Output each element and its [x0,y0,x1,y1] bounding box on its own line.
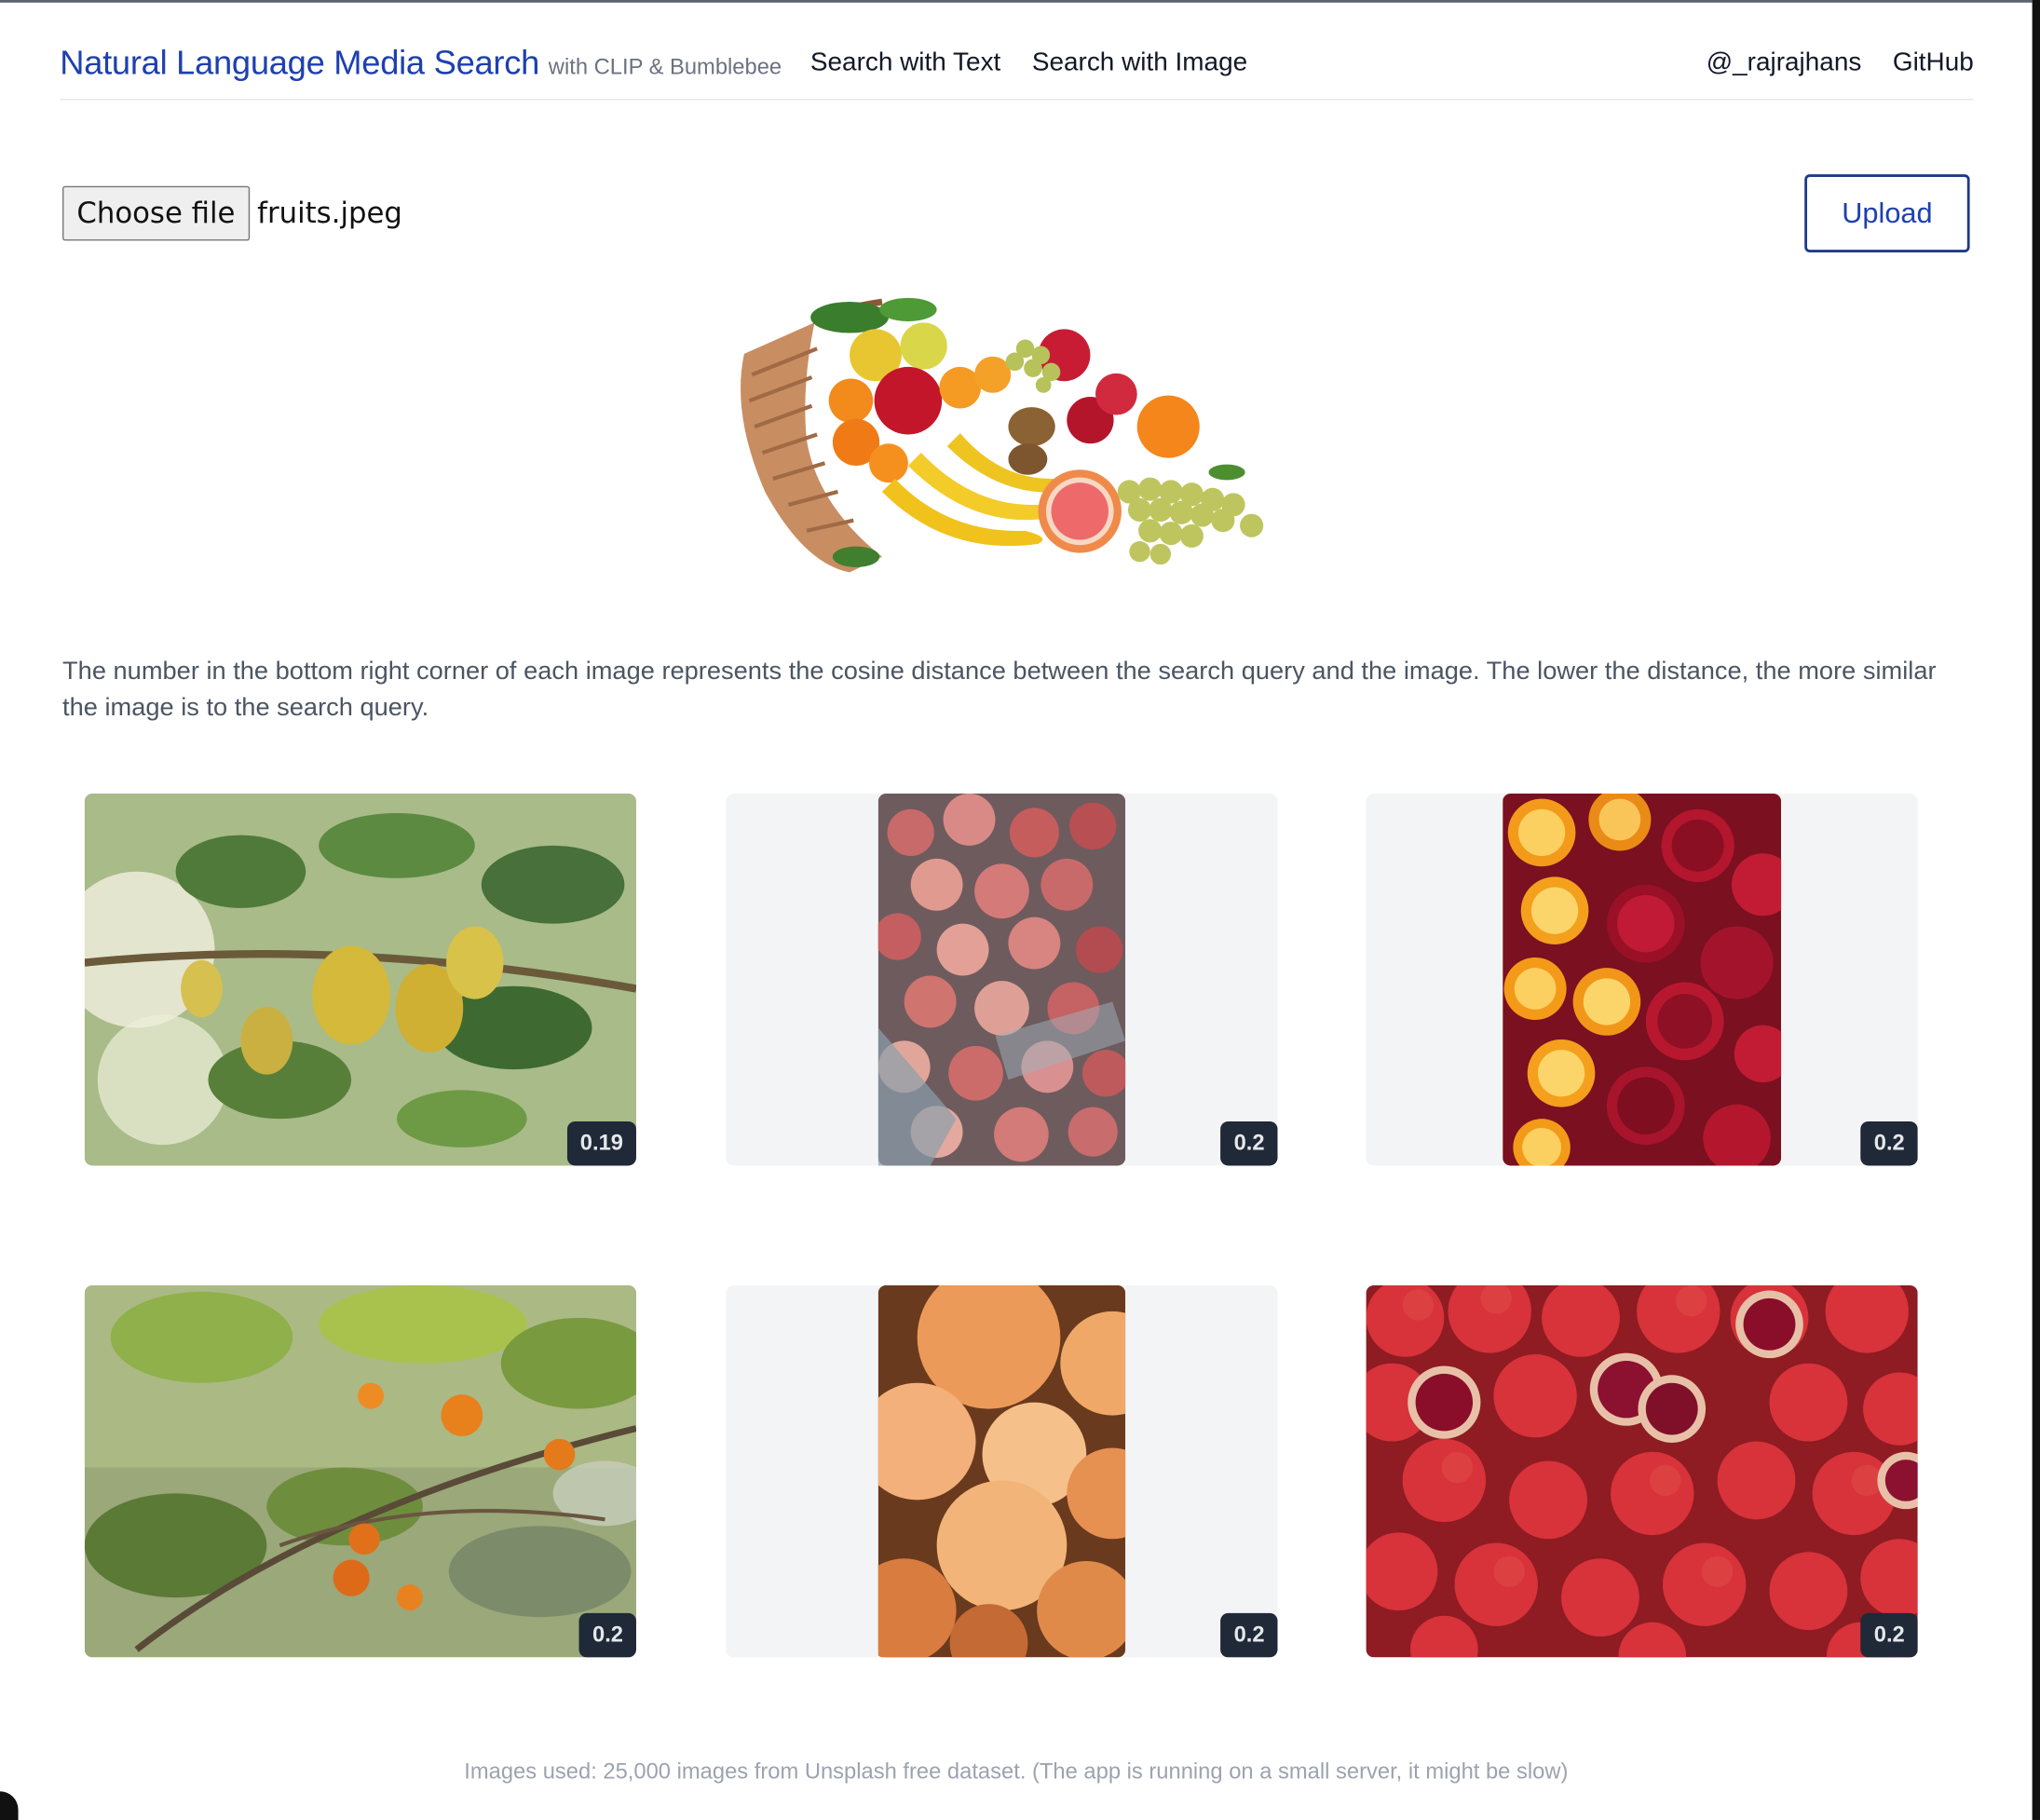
cosine-distance-badge: 0.2 [1220,1612,1278,1658]
result-image[interactable] [877,793,1126,1166]
selected-file-name: fruits.jpeg [257,197,402,230]
nav-links: Search with Text Search with Image [810,48,1247,77]
app-title[interactable]: Natural Language Media Search [60,42,539,82]
github-link[interactable]: GitHub [1893,48,1974,77]
nav-search-with-text[interactable]: Search with Text [810,48,1000,77]
result-card[interactable]: 0.19 [84,793,636,1166]
result-card[interactable]: 0.2 [1366,793,1918,1166]
window-right-edge [2032,0,2040,1820]
window-top-border [0,0,2033,3]
upload-button[interactable]: Upload [1804,174,1970,252]
file-input[interactable]: Choose file fruits.jpeg [62,185,402,241]
cosine-distance-badge: 0.2 [1220,1121,1278,1166]
choose-file-button[interactable]: Choose file [62,185,250,241]
result-image[interactable] [877,1284,1126,1658]
footer-note: Images used: 25,000 images from Unsplash… [464,1759,1569,1784]
twitter-handle-link[interactable]: @_rajrajhans [1707,48,1862,77]
result-card[interactable]: 0.2 [726,793,1278,1166]
result-image[interactable] [84,1284,636,1658]
page: Natural Language Media Search with CLIP … [0,0,2040,1820]
brand[interactable]: Natural Language Media Search with CLIP … [60,42,782,82]
result-image[interactable] [84,793,636,1166]
navbar: Natural Language Media Search with CLIP … [60,26,1974,101]
nav-search-with-image[interactable]: Search with Image [1032,48,1247,77]
result-card[interactable]: 0.2 [84,1284,636,1658]
app-subtitle: with CLIP & Bumblebee [548,53,782,79]
distance-explanation: The number in the bottom right corner of… [62,657,1937,723]
cosine-distance-badge: 0.2 [579,1612,636,1658]
result-card[interactable]: 0.2 [1366,1284,1918,1658]
result-image[interactable] [1366,1284,1918,1658]
cosine-distance-badge: 0.19 [566,1121,636,1166]
nav-external-links: @_rajrajhans GitHub [1707,48,1974,77]
result-image[interactable] [1503,793,1782,1166]
window-corner [0,1791,19,1820]
cosine-distance-badge: 0.2 [1860,1121,1918,1166]
result-card[interactable]: 0.2 [726,1284,1278,1658]
cosine-distance-badge: 0.2 [1860,1612,1918,1658]
query-image [726,296,1299,578]
